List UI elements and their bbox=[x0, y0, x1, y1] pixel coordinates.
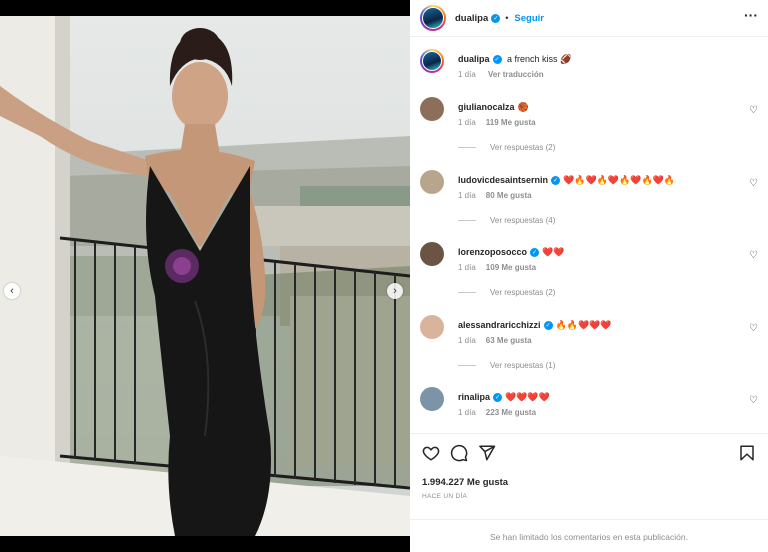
comment-time[interactable]: 1 día bbox=[458, 336, 476, 345]
comment-likes[interactable]: 223 Me gusta bbox=[486, 408, 536, 417]
comment-item: ludovicdesaintsernin ✓ ❤️🔥❤️🔥❤️🔥❤️🔥❤️🔥 1 d… bbox=[420, 170, 758, 230]
view-replies[interactable]: Ver respuestas (2) bbox=[458, 288, 555, 297]
separator-dot: • bbox=[505, 13, 509, 23]
heart-icon[interactable] bbox=[422, 444, 440, 462]
comment-item: giulianocalza 🏀 1 día 119 Me gusta ♡ Ver r… bbox=[420, 97, 758, 157]
verified-badge-icon: ✓ bbox=[493, 393, 503, 403]
heart-icon[interactable]: ♡ bbox=[749, 395, 758, 406]
comment-username[interactable]: rinalipa bbox=[458, 392, 490, 402]
comment-item: lorenzoposocco ✓ ❤️❤️ 1 día 109 Me gusta ♡ … bbox=[420, 242, 758, 302]
post-photo[interactable]: ‹ › bbox=[0, 16, 410, 536]
caption-text: a french kiss bbox=[507, 54, 558, 64]
view-replies[interactable]: Ver respuestas (1) bbox=[458, 361, 555, 370]
likes-count[interactable]: 1.994.227 Me gusta bbox=[422, 477, 508, 488]
comments-limited-notice: Se han limitado los comentarios en esta … bbox=[410, 519, 768, 542]
comment-likes[interactable]: 119 Me gusta bbox=[486, 118, 536, 127]
comment-likes[interactable]: 63 Me gusta bbox=[486, 336, 532, 345]
verified-badge-icon: ✓ bbox=[530, 248, 540, 258]
chevron-right-icon[interactable]: › bbox=[387, 283, 403, 299]
verified-badge-icon: ✓ bbox=[492, 55, 502, 65]
comment-text: 🏀 bbox=[517, 102, 529, 112]
post-actions: 1.994.227 Me gusta HACE UN DÍA Se han li… bbox=[410, 433, 768, 552]
more-options-icon[interactable]: ··· bbox=[744, 8, 758, 22]
photo-illustration bbox=[0, 16, 410, 536]
caption-emoji: 🏈 bbox=[560, 54, 572, 64]
caption-time[interactable]: 1 día bbox=[458, 70, 476, 79]
post-sidebar: dualipa ✓ • Seguir ··· dualipa ✓ a french… bbox=[410, 0, 768, 552]
action-bar bbox=[422, 444, 758, 464]
view-replies-label[interactable]: Ver respuestas (1) bbox=[490, 361, 555, 370]
heart-icon[interactable]: ♡ bbox=[749, 178, 758, 189]
caption: dualipa ✓ a french kiss 🏈 1 día Ver tradu… bbox=[420, 49, 758, 89]
comment-time[interactable]: 1 día bbox=[458, 118, 476, 127]
commenter-avatar[interactable] bbox=[420, 387, 444, 411]
bookmark-icon[interactable] bbox=[738, 444, 756, 462]
share-icon[interactable] bbox=[478, 444, 496, 462]
comment-likes[interactable]: 80 Me gusta bbox=[486, 191, 532, 200]
verified-badge-icon: ✓ bbox=[543, 321, 553, 331]
view-replies-label[interactable]: Ver respuestas (2) bbox=[490, 143, 555, 152]
translate-link[interactable]: Ver traducción bbox=[488, 70, 544, 79]
verified-badge-icon: ✓ bbox=[551, 176, 561, 186]
comment-likes[interactable]: 109 Me gusta bbox=[486, 263, 536, 272]
post-header: dualipa ✓ • Seguir ··· bbox=[410, 0, 768, 37]
post-media: ‹ › bbox=[0, 0, 410, 552]
comment-text: ❤️❤️ bbox=[542, 247, 565, 257]
view-replies[interactable]: Ver respuestas (4) bbox=[458, 216, 555, 225]
follow-button[interactable]: Seguir bbox=[514, 13, 544, 24]
comment-time[interactable]: 1 día bbox=[458, 191, 476, 200]
author-avatar[interactable] bbox=[420, 5, 446, 31]
author-avatar[interactable] bbox=[420, 49, 444, 73]
commenter-avatar[interactable] bbox=[420, 97, 444, 121]
commenter-avatar[interactable] bbox=[420, 315, 444, 339]
comment-item: rinalipa ✓ ❤️❤️❤️❤️ 1 día 223 Me gusta ♡ bbox=[420, 387, 758, 427]
comment-text: ❤️🔥❤️🔥❤️🔥❤️🔥❤️🔥 bbox=[563, 175, 676, 185]
comment-username[interactable]: lorenzoposocco bbox=[458, 247, 527, 257]
heart-icon[interactable]: ♡ bbox=[749, 323, 758, 334]
verified-badge-icon: ✓ bbox=[491, 13, 501, 23]
comment-text: 🔥🔥❤️❤️❤️ bbox=[555, 320, 612, 330]
view-replies-label[interactable]: Ver respuestas (2) bbox=[490, 288, 555, 297]
heart-icon[interactable]: ♡ bbox=[749, 105, 758, 116]
comment-username[interactable]: alessandraricchizzi bbox=[458, 320, 541, 330]
heart-icon[interactable]: ♡ bbox=[749, 250, 758, 261]
comment-time[interactable]: 1 día bbox=[458, 263, 476, 272]
view-replies-label[interactable]: Ver respuestas (4) bbox=[490, 216, 555, 225]
comment-text: ❤️❤️❤️❤️ bbox=[505, 392, 550, 402]
comment-username[interactable]: ludovicdesaintsernin bbox=[458, 175, 548, 185]
comment-time[interactable]: 1 día bbox=[458, 408, 476, 417]
comment-username[interactable]: giulianocalza bbox=[458, 102, 515, 112]
commenter-avatar[interactable] bbox=[420, 242, 444, 266]
comment-icon[interactable] bbox=[450, 444, 468, 462]
chevron-left-icon[interactable]: ‹ bbox=[4, 283, 20, 299]
view-replies[interactable]: Ver respuestas (2) bbox=[458, 143, 555, 152]
caption-username[interactable]: dualipa bbox=[458, 54, 490, 64]
comments-list: dualipa ✓ a french kiss 🏈 1 día Ver tradu… bbox=[410, 37, 768, 433]
commenter-avatar[interactable] bbox=[420, 170, 444, 194]
comment-item: alessandraricchizzi ✓ 🔥🔥❤️❤️❤️ 1 día 63 Me … bbox=[420, 315, 758, 375]
post-timestamp[interactable]: HACE UN DÍA bbox=[422, 493, 467, 500]
author-username[interactable]: dualipa bbox=[455, 13, 488, 24]
